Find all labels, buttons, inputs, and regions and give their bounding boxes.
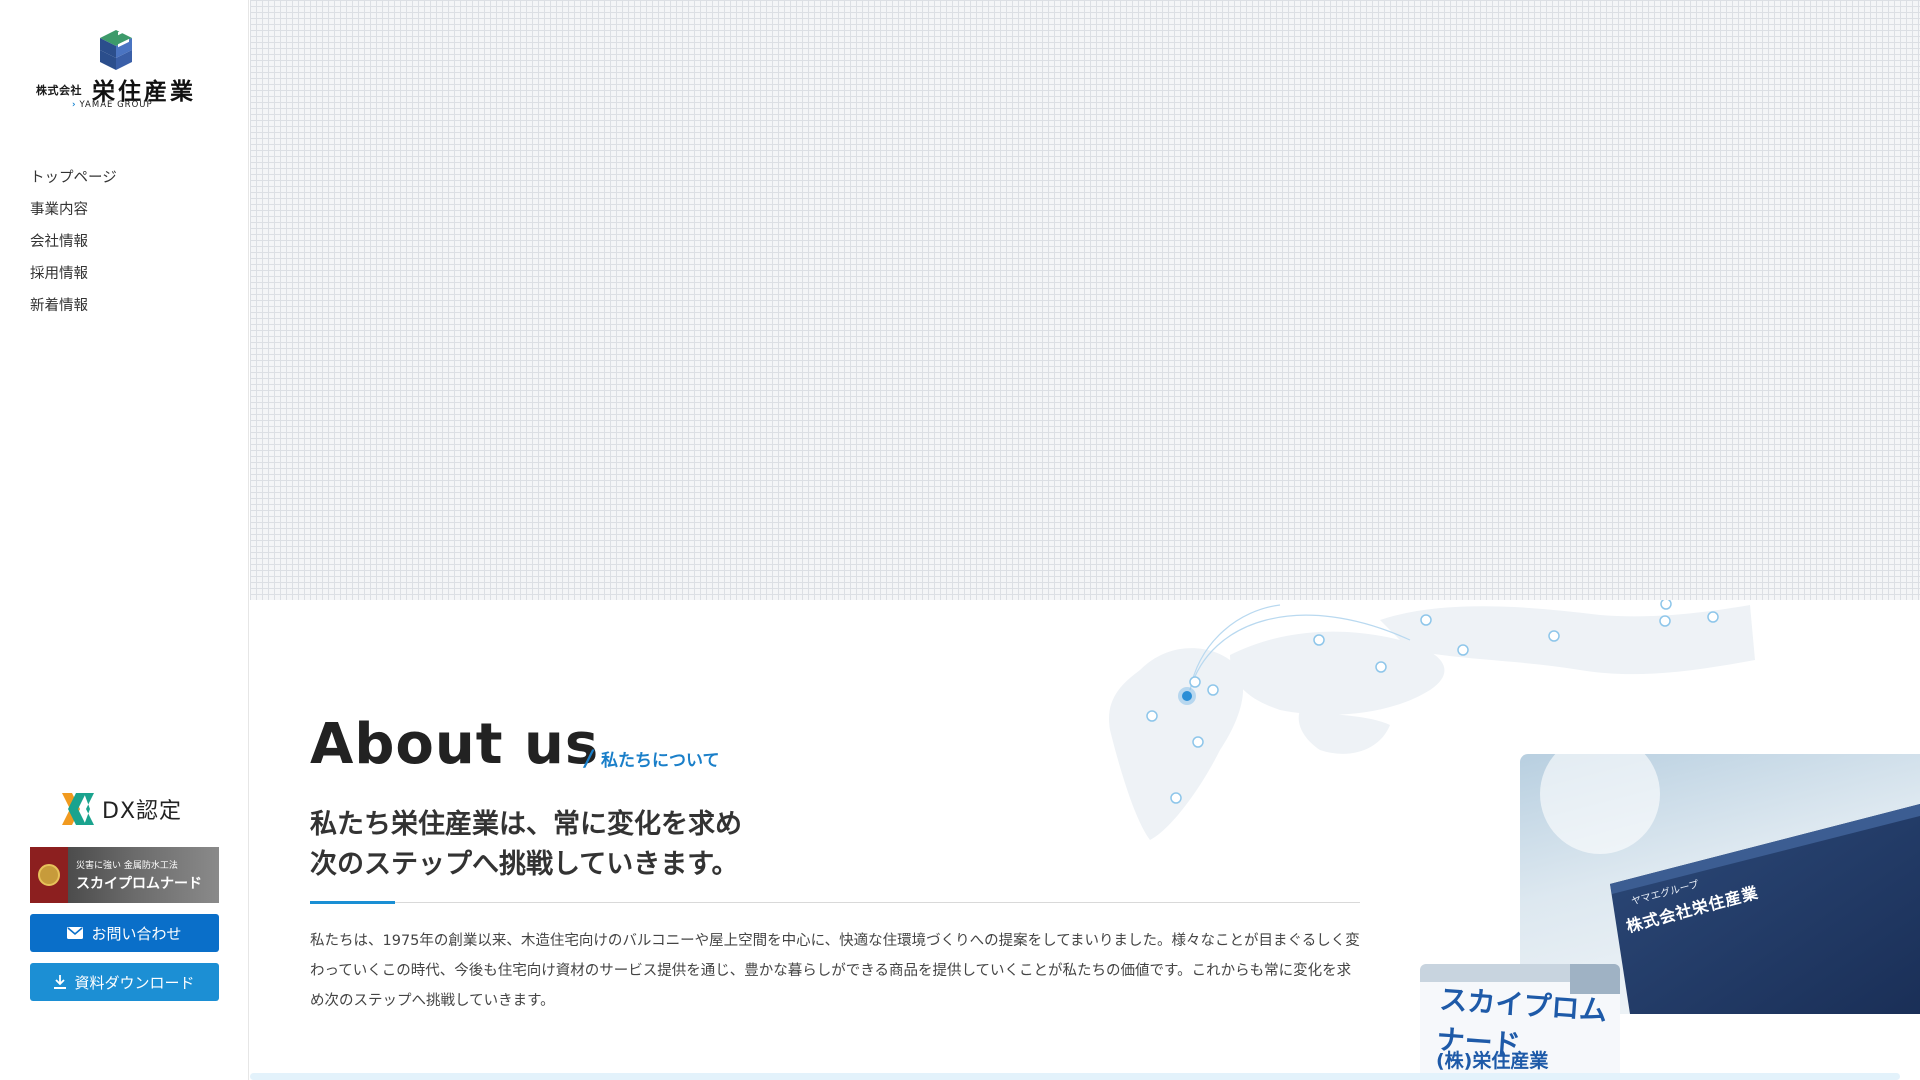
chevron-icon: ›: [72, 100, 77, 110]
award-ribbon-icon: [30, 847, 68, 903]
contact-button[interactable]: お問い合わせ: [30, 914, 219, 952]
skypromenade-banner[interactable]: 災害に強い 金属防水工法 スカイプロムナード: [30, 847, 219, 903]
download-button[interactable]: 資料ダウンロード: [30, 963, 219, 1001]
dx-certification[interactable]: DX認定: [60, 790, 182, 828]
banner-main: スカイプロムナード: [76, 875, 202, 892]
company-logo[interactable]: 株式会社 栄住産業 › YAMAE GROUP: [36, 30, 206, 112]
about-lead: 私たち栄住産業は、常に変化を求め 次のステップへ挑戦していきます。: [310, 805, 742, 885]
next-section-band: [250, 1073, 1900, 1080]
logo-group: › YAMAE GROUP: [72, 100, 153, 110]
sidebar: 株式会社 栄住産業 › YAMAE GROUP トップページ 事業内容 会社情報 …: [0, 0, 249, 1080]
about-title: About us: [310, 712, 600, 777]
dx-label: DX認定: [102, 799, 183, 824]
about-subtitle-text: 私たちについて: [601, 751, 720, 771]
divider-accent: [310, 901, 395, 904]
divider: [310, 902, 1360, 903]
about-body: 私たちは、1975年の創業以来、木造住宅向けのバルコニーや屋上空間を中心に、快適…: [310, 933, 1360, 1009]
download-icon: [54, 975, 67, 989]
nav-item-recruit[interactable]: 採用情報: [30, 262, 117, 294]
banner-sub: 災害に強い 金属防水工法: [76, 860, 178, 871]
sign-company: (株)栄住産業: [1436, 1050, 1549, 1072]
lead-line-1: 私たち栄住産業は、常に変化を求め: [310, 809, 742, 840]
contact-label: お問い合わせ: [91, 924, 182, 943]
logo-prefix: 株式会社: [36, 84, 82, 97]
main-nav: トップページ 事業内容 会社情報 採用情報 新着情報: [30, 166, 117, 326]
nav-item-company[interactable]: 会社情報: [30, 230, 117, 262]
slash-icon: /: [585, 747, 594, 772]
nav-item-news[interactable]: 新着情報: [30, 294, 117, 326]
nav-item-business[interactable]: 事業内容: [30, 198, 117, 230]
signboard-photo: スカイプロムナード (株)栄住産業: [1420, 964, 1620, 1080]
mail-icon: [67, 927, 84, 939]
hero-area: [250, 0, 1920, 600]
download-label: 資料ダウンロード: [74, 973, 195, 992]
logo-group-text: YAMAE GROUP: [79, 100, 153, 110]
logo-mark-icon: [100, 30, 132, 70]
lead-line-2: 次のステップへ挑戦していきます。: [310, 849, 739, 880]
nav-item-top[interactable]: トップページ: [30, 166, 117, 198]
dx-logo-icon: [62, 793, 94, 825]
about-subtitle: / 私たちについて: [585, 746, 720, 772]
